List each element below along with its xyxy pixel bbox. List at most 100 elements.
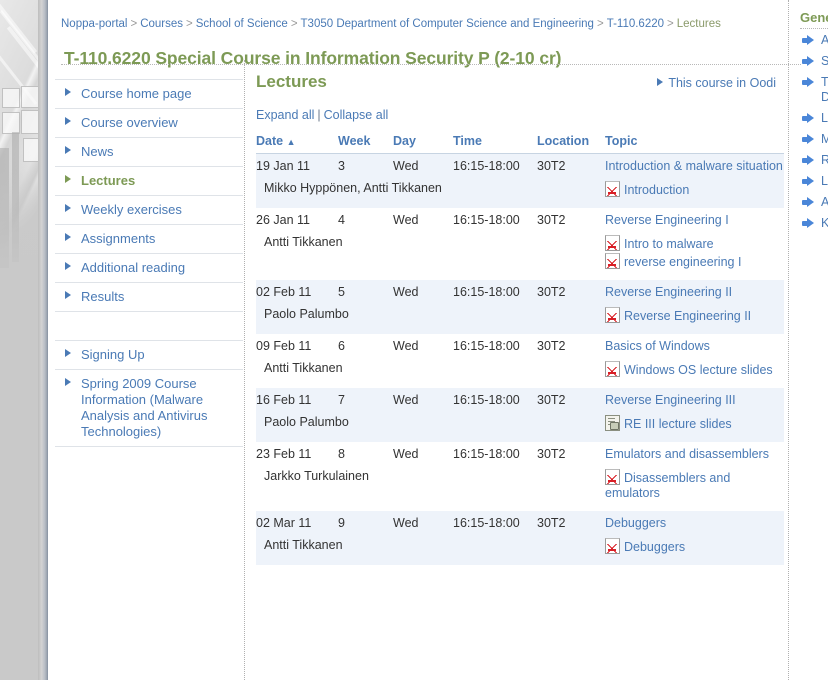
table-row: 09 Feb 11 6 Wed 16:15-18:00 30T2 Basics of Wi… [256,334,784,354]
sidebar-item-results[interactable]: Results [55,283,243,312]
column-header-location[interactable]: Location [537,134,605,154]
breadcrumb-item-3[interactable]: T3050 Department of Computer Science and… [301,18,594,30]
general-link-label: R [821,153,828,167]
lecturer-name: Paolo Palumbo [264,415,349,429]
this-course-in-oodi-link[interactable]: This course in Oodi [657,76,776,90]
table-row-details: Antti Tikkanen Windows OS lecture slides [256,354,784,388]
sidebar-item-assignments[interactable]: Assignments [55,225,243,254]
lecture-materials: Disassemblers and emulators [605,462,784,511]
general-link-item[interactable]: K [800,216,828,231]
lecture-date: 19 Jan 11 [256,153,338,174]
lecture-day: Wed [393,334,453,354]
chevron-right-icon [65,261,71,270]
lecture-topic-link[interactable]: Debuggers [605,516,666,530]
lecturer-name: Mikko Hyppönen, Antti Tikkanen [264,181,442,195]
material-item[interactable]: Reverse Engineering II [605,307,784,324]
decorative-building-photo [0,0,38,680]
sidebar-item-label: Assignments [81,230,156,246]
material-item[interactable]: Intro to malware [605,235,784,252]
breadcrumb-sep: > [667,18,674,30]
general-link-item[interactable]: M [800,132,828,147]
breadcrumb-item-0[interactable]: Noppa-portal [61,18,127,30]
expand-all-link[interactable]: Expand all [256,108,314,122]
general-link-item[interactable]: R [800,153,828,168]
lecture-topic-link[interactable]: Introduction & malware situation [605,159,783,173]
material-item[interactable]: reverse engineering I [605,253,784,270]
lecture-location: 30T2 [537,334,605,354]
sidebar-item-lectures[interactable]: Lectures [55,167,243,196]
arrow-right-icon [802,56,815,67]
column-header-week[interactable]: Week [338,134,393,154]
chevron-right-icon [65,88,71,96]
sidebar-item-label: Results [81,288,125,304]
lecture-lecturer: Antti Tikkanen [256,228,605,280]
material-item[interactable]: Windows OS lecture slides [605,361,784,378]
arrow-right-icon [802,77,815,88]
lecture-lecturer: Jarkko Turkulainen [256,462,605,511]
table-row-details: Paolo Palumbo Reverse Engineering II [256,300,784,334]
pdf-icon [605,538,620,554]
sidebar-item-course-overview[interactable]: Course overview [55,109,243,138]
breadcrumb-item-1[interactable]: Courses [140,18,183,30]
general-links-title-rule [800,28,828,29]
sidebar-item-weekly-exercises[interactable]: Weekly exercises [55,196,243,225]
sidebar-item-label: Additional reading [81,259,186,275]
lecture-day: Wed [393,442,453,462]
arrow-right-icon [802,218,815,229]
column-header-time[interactable]: Time [453,134,537,154]
lecture-week: 3 [338,153,393,174]
chevron-right-icon [65,116,71,125]
table-row-details: Antti Tikkanen Debuggers [256,531,784,565]
chevron-right-icon [65,174,71,183]
page-body: Noppa-portal > Courses > School of Science > T… [47,0,828,680]
material-name: Windows OS lecture slides [624,363,773,377]
column-header-day[interactable]: Day [393,134,453,154]
general-link-item[interactable]: TD [800,75,828,105]
material-item[interactable]: Introduction [605,181,784,198]
general-link-item[interactable]: S [800,54,828,69]
arrow-right-icon [802,197,815,208]
sidebar-item-label: Course home page [81,86,192,101]
collapse-all-link[interactable]: Collapse all [324,108,389,122]
table-row: 02 Mar 11 9 Wed 16:15-18:00 30T2 Debuggers [256,511,784,531]
sidebar-item-label: Weekly exercises [81,201,182,217]
main-content: This course in Oodi Lectures Expand all |… [256,72,786,565]
lecturer-name: Antti Tikkanen [264,361,343,375]
general-links-panel: Gene ASTDLMRLAK [800,10,828,237]
general-link-item[interactable]: L [800,174,828,189]
column-header-topic[interactable]: Topic [605,134,784,154]
sidebar-item-signing-up[interactable]: Signing Up [55,339,243,370]
table-row: 16 Feb 11 7 Wed 16:15-18:00 30T2 Reverse Engi… [256,388,784,408]
sidebar-nav: Course home page Course overview News Le… [55,79,243,447]
sort-ascending-icon: ▲ [286,137,296,147]
chevron-right-icon [65,348,71,357]
page-shadow-edge [38,0,47,680]
sidebar-item-additional-reading[interactable]: Additional reading [55,254,243,283]
material-item[interactable]: RE III lecture slides [605,415,784,432]
lecture-location: 30T2 [537,511,605,531]
lecture-topic-link[interactable]: Reverse Engineering III [605,393,736,407]
general-link-item[interactable]: L [800,111,828,126]
sidebar-item-news[interactable]: News [55,138,243,167]
breadcrumb-item-4[interactable]: T-110.6220 [607,18,664,30]
general-link-item[interactable]: A [800,195,828,210]
breadcrumb-sep: > [130,18,138,30]
material-item[interactable]: Debuggers [605,538,784,555]
lecture-topic-link[interactable]: Emulators and disassemblers [605,447,769,461]
breadcrumb-item-2[interactable]: School of Science [196,18,288,30]
sidebar-item-course-home-page[interactable]: Course home page [55,79,243,109]
lecture-lecturer: Paolo Palumbo [256,408,605,442]
lecture-lecturer: Paolo Palumbo [256,300,605,334]
column-header-date[interactable]: Date ▲ [256,134,338,154]
lecture-topic-link[interactable]: Reverse Engineering I [605,213,729,227]
lecture-materials: Windows OS lecture slides [605,354,784,388]
material-name: Reverse Engineering II [624,309,752,323]
sidebar-item-spring-2009-course-information[interactable]: Spring 2009 Course Information (Malware … [55,370,243,447]
material-item[interactable]: Disassemblers and emulators [605,469,784,501]
chevron-right-icon [65,377,71,386]
lecture-materials: RE III lecture slides [605,408,784,442]
lecture-topic-link[interactable]: Reverse Engineering II [605,285,732,299]
general-link-item[interactable]: A [800,33,828,48]
lecture-date: 02 Mar 11 [256,511,338,531]
lecture-topic-link[interactable]: Basics of Windows [605,339,710,353]
